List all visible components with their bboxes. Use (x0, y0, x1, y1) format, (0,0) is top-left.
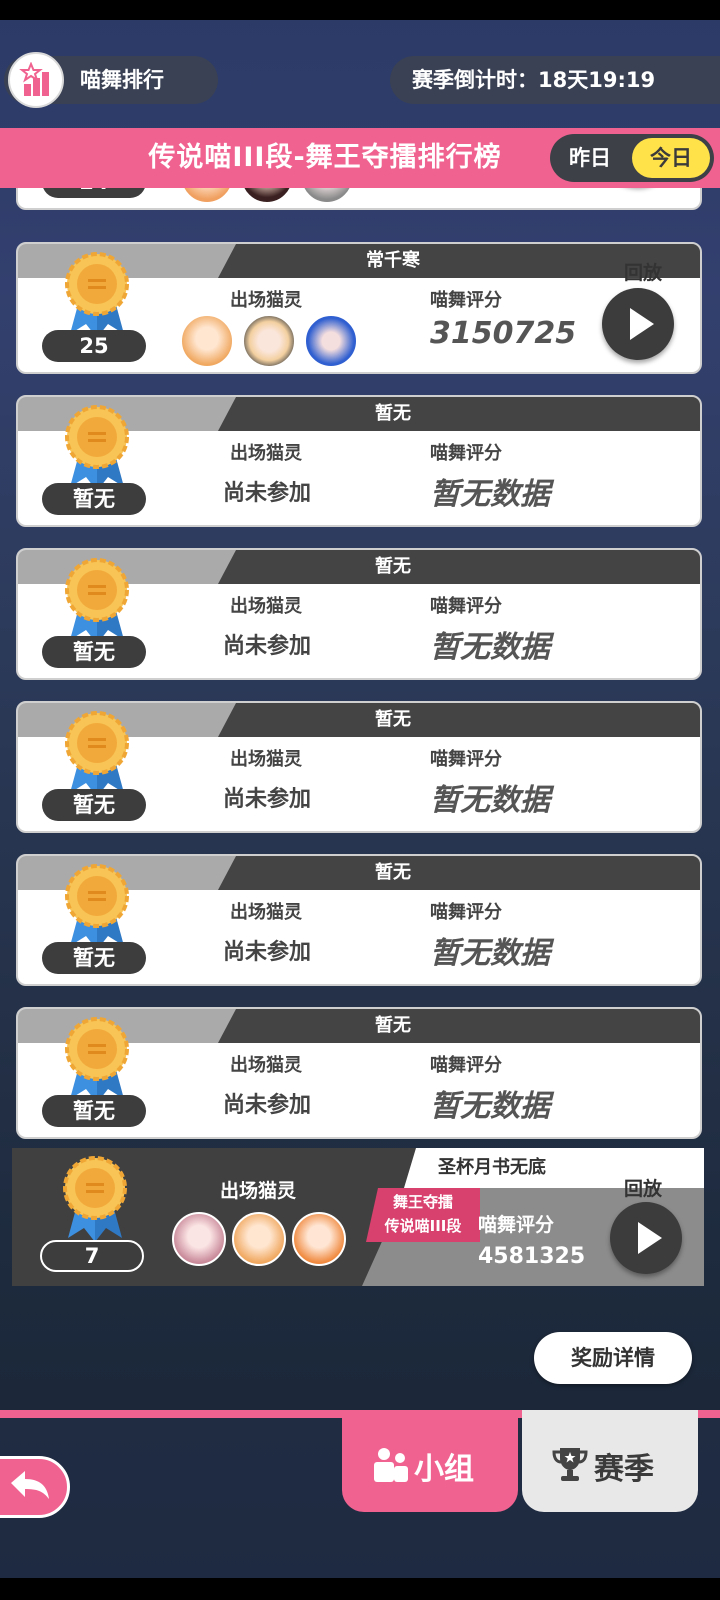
score-label: 喵舞评分 (430, 902, 502, 923)
not-joined-text: 尚未参加 (223, 1093, 312, 1118)
dance-score: 暂无数据 (430, 783, 550, 818)
cats-label: 出场猫灵 (230, 1055, 302, 1076)
ranking-icon (8, 52, 64, 108)
today-button[interactable]: 今日 (632, 138, 710, 178)
replay-button[interactable] (602, 288, 674, 360)
my-rank-number: 7 (40, 1240, 144, 1272)
cat-avatars (180, 314, 360, 370)
cats-label: 出场猫灵 (230, 443, 302, 464)
avatar (172, 1212, 226, 1266)
dance-score: 暂无数据 (430, 630, 550, 665)
avatar (304, 314, 358, 368)
ranking-card: 暂无 暂无 出场猫灵 喵舞评分 尚未参加 暂无数据 (16, 395, 702, 527)
player-name: 暂无 (375, 556, 411, 577)
back-button[interactable] (0, 1456, 70, 1518)
ranking-card: 暂无 暂无 出场猫灵 喵舞评分 尚未参加 暂无数据 (16, 701, 702, 833)
dance-score: 暂无数据 (430, 1089, 550, 1124)
score-label: 喵舞评分 (430, 1055, 502, 1076)
replay-label: 回放 (624, 1178, 663, 1200)
yesterday-button[interactable]: 昨日 (555, 138, 625, 178)
player-name: 暂无 (375, 403, 411, 424)
medal-icon (62, 709, 132, 799)
my-cat-avatars (172, 1212, 352, 1268)
cats-label: 出场猫灵 (230, 902, 302, 923)
medal-icon (62, 1015, 132, 1105)
avatar (242, 314, 296, 368)
tab-season[interactable]: 赛季 (522, 1410, 698, 1512)
replay-button[interactable] (610, 1202, 682, 1274)
avatar (232, 1212, 286, 1266)
not-joined-text: 尚未参加 (223, 787, 312, 812)
tab-group[interactable]: 小组 (342, 1410, 518, 1512)
rank-number: 暂无 (42, 789, 146, 821)
season-countdown: 赛季倒计时：18天19:19 (390, 56, 720, 104)
trophy-icon (552, 1448, 588, 1481)
avatar (180, 314, 234, 368)
cats-label: 出场猫灵 (230, 596, 302, 617)
player-name: 暂无 (375, 709, 411, 730)
avatar (300, 188, 354, 204)
player-name: 暂无 (375, 1015, 411, 1036)
rank-number: 24 (42, 188, 146, 198)
rank-number: 暂无 (42, 636, 146, 668)
ranking-card: 暂无 暂无 出场猫灵 喵舞评分 尚未参加 暂无数据 (16, 1007, 702, 1139)
back-arrow-icon (11, 1471, 49, 1499)
medal-icon (62, 403, 132, 493)
my-tier-badge: 舞王夺擂 传说喵III段 (366, 1188, 480, 1242)
cats-label: 出场猫灵 (230, 290, 302, 311)
avatar (180, 188, 234, 204)
player-name: 常千寒 (366, 250, 420, 271)
my-score: 4581325 (478, 1244, 586, 1269)
replay-label: 回放 (624, 262, 663, 284)
not-joined-text: 尚未参加 (223, 481, 312, 506)
ranking-card: 常千寒 25 出场猫灵 喵舞评分 3150725 回放 (16, 242, 702, 374)
my-cats-label: 出场猫灵 (220, 1180, 297, 1202)
dance-score: 暂无数据 (430, 936, 550, 971)
medal-icon (62, 862, 132, 952)
tab-season-label: 赛季 (594, 1452, 654, 1487)
tab-group-label: 小组 (414, 1452, 474, 1487)
my-rank-card: 圣杯月书无底 舞王夺擂 传说喵III段 喵舞评分 4581325 出场猫灵 7 … (12, 1148, 704, 1286)
player-name: 暂无 (375, 862, 411, 883)
system-nav-bar (0, 1578, 720, 1600)
ranking-card: 24 3223288 (16, 188, 702, 210)
medal-icon (62, 250, 132, 340)
score-label: 喵舞评分 (430, 749, 502, 770)
group-icon (374, 1448, 408, 1482)
cats-label: 出场猫灵 (230, 749, 302, 770)
rank-number: 暂无 (42, 1095, 146, 1127)
rank-number: 暂无 (42, 942, 146, 974)
not-joined-text: 尚未参加 (223, 634, 312, 659)
cat-avatars (180, 188, 360, 206)
avatar (292, 1212, 346, 1266)
my-score-label: 喵舞评分 (478, 1214, 555, 1236)
ranking-card: 暂无 暂无 出场猫灵 喵舞评分 尚未参加 暂无数据 (16, 854, 702, 986)
status-bar (0, 0, 720, 20)
medal-icon (60, 1154, 130, 1248)
tier-line-1: 舞王夺擂 (392, 1193, 453, 1211)
rank-number: 25 (42, 330, 146, 362)
ranking-list[interactable]: 24 3223288 常千寒 25 出场猫灵 喵舞评分 3150725 回放 (0, 188, 720, 1150)
my-player-name: 圣杯月书无底 (438, 1157, 546, 1178)
dance-score: 3150725 (430, 316, 577, 351)
score-label: 喵舞评分 (430, 596, 502, 617)
not-joined-text: 尚未参加 (223, 940, 312, 965)
medal-icon (62, 556, 132, 646)
rank-number: 暂无 (42, 483, 146, 515)
reward-details-button[interactable]: 奖励详情 (534, 1332, 692, 1384)
dance-score: 暂无数据 (430, 477, 550, 512)
page-title: 喵舞排行 (80, 68, 164, 92)
ranking-card: 暂无 暂无 出场猫灵 喵舞评分 尚未参加 暂无数据 (16, 548, 702, 680)
score-label: 喵舞评分 (430, 290, 502, 311)
tier-line-2: 传说喵III段 (384, 1217, 462, 1235)
score-label: 喵舞评分 (430, 443, 502, 464)
avatar (240, 188, 294, 204)
